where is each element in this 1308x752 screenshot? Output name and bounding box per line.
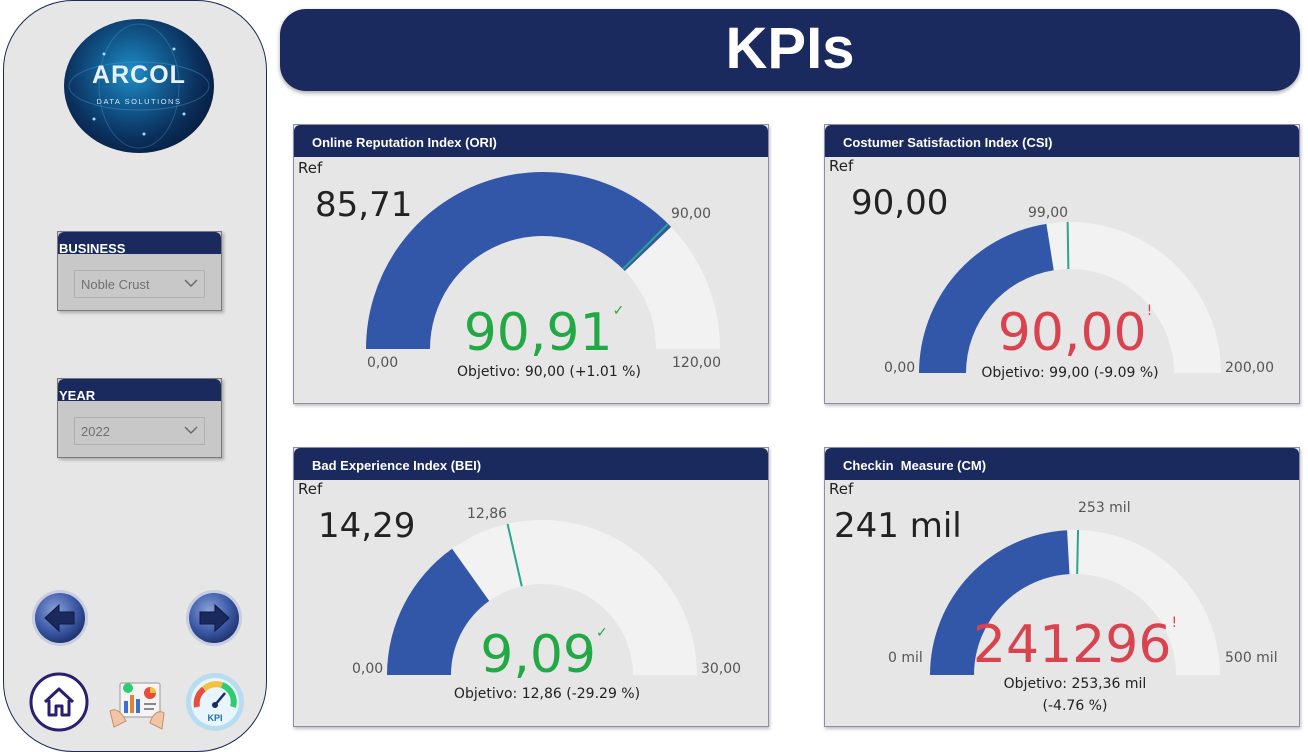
gauge-target-label: 99,00 bbox=[1028, 205, 1069, 221]
gauge-max-label: 30,00 bbox=[701, 661, 742, 677]
kpi-card-csi: Costumer Satisfaction Index (CSI) Ref 90… bbox=[824, 124, 1300, 404]
gauge-target-marker bbox=[1066, 222, 1070, 270]
kpi-value: 90,00! bbox=[975, 303, 1175, 363]
kpi-value-text: 90,00 bbox=[997, 303, 1147, 363]
year-dropdown-value: 2022 bbox=[81, 424, 110, 439]
alert-icon: ! bbox=[1146, 303, 1153, 319]
logo-subtitle: DATA SOLUTIONS bbox=[96, 97, 182, 106]
kpi-value: 90,91✓ bbox=[444, 303, 644, 363]
check-icon: ✓ bbox=[612, 303, 625, 319]
check-icon: ✓ bbox=[596, 625, 608, 641]
business-slicer: BUSINESS Noble Crust bbox=[57, 231, 222, 311]
year-dropdown[interactable]: 2022 bbox=[74, 417, 205, 445]
page-title: KPIs bbox=[725, 16, 855, 81]
kpi-value-text: 9,09 bbox=[480, 625, 597, 685]
gauge-target-label: 253 mil bbox=[1078, 500, 1131, 516]
gauge-min-label: 0,00 bbox=[352, 661, 384, 677]
kpi-card-bei: Bad Experience Index (BEI) Ref 14,29 0,0… bbox=[293, 447, 769, 727]
alert-icon: ! bbox=[1171, 615, 1178, 631]
kpi-value: 9,09✓ bbox=[444, 625, 644, 685]
kpi-value: 241296! bbox=[945, 615, 1205, 675]
forward-arrow-button[interactable] bbox=[185, 589, 243, 647]
kpi-icon-text: KPI bbox=[207, 713, 222, 723]
gauge-target-marker bbox=[1076, 530, 1080, 575]
year-slicer: YEAR 2022 bbox=[57, 378, 222, 458]
gauge-max-label: 120,00 bbox=[672, 355, 721, 371]
goal-text: Objetivo: 12,86 (-29.29 %) bbox=[453, 686, 641, 702]
home-button[interactable] bbox=[28, 671, 90, 733]
gauge-min-label: 0 mil bbox=[888, 650, 923, 666]
goal-text: Objetivo: 90,00 (+1.01 %) bbox=[457, 364, 641, 380]
goal-text: Objetivo: 99,00 (-9.09 %) bbox=[981, 365, 1159, 381]
year-slicer-title: YEAR bbox=[59, 388, 96, 403]
kpi-value-text: 90,91 bbox=[463, 303, 613, 363]
business-slicer-title: BUSINESS bbox=[59, 241, 126, 256]
logo-word: ARCOL bbox=[92, 61, 186, 89]
gauge-max-label: 500 mil bbox=[1225, 650, 1278, 666]
sidebar-panel: ARCOL DATA SOLUTIONS BUSINESS Noble Crus… bbox=[3, 0, 267, 752]
kpi-card-ori: Online Reputation Index (ORI) Ref 85,71 … bbox=[293, 124, 769, 404]
gauge-min-label: 0,00 bbox=[884, 360, 916, 376]
back-arrow-button[interactable] bbox=[31, 589, 89, 647]
business-dropdown[interactable]: Noble Crust bbox=[74, 270, 205, 298]
kpi-card-cm: Checkin Measure (CM) Ref 241 mil 0 mil 5… bbox=[824, 447, 1300, 727]
kpi-value-text: 241296 bbox=[972, 615, 1172, 675]
gauge-min-label: 0,00 bbox=[367, 355, 399, 371]
goal-text-line2: (-4.76 %) bbox=[1042, 698, 1108, 714]
gauge-target-label: 12,86 bbox=[467, 506, 508, 522]
arcol-logo: ARCOL DATA SOLUTIONS bbox=[64, 19, 214, 153]
gauge-max-label: 200,00 bbox=[1225, 360, 1274, 376]
dashboard-report-button[interactable] bbox=[106, 671, 168, 733]
goal-text-line1: Objetivo: 253,36 mil bbox=[1003, 676, 1147, 692]
kpi-gauge-button[interactable]: KPI bbox=[184, 671, 246, 733]
chevron-down-icon bbox=[184, 279, 198, 287]
chevron-down-icon bbox=[184, 426, 198, 434]
title-bar: KPIs bbox=[280, 9, 1300, 91]
business-dropdown-value: Noble Crust bbox=[81, 277, 150, 292]
gauge-target-label: 90,00 bbox=[671, 206, 712, 222]
